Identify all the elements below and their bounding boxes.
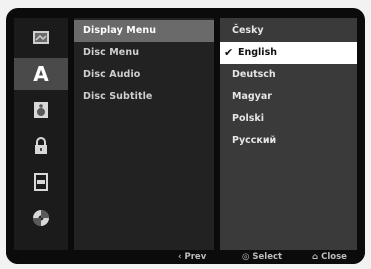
language-item-cesky[interactable]: Česky [220,20,357,42]
option-disc-subtitle[interactable]: Disc Subtitle [74,86,214,108]
language-label: Русский [232,135,277,146]
sidebar-item-film[interactable] [14,166,68,198]
language-label: Česky [232,25,264,36]
button-hint-bar: ‹ Prev ◎ Select ⌂ Close [6,251,365,264]
option-disc-menu[interactable]: Disc Menu [74,42,214,64]
disc-menu-icon [33,31,49,44]
setup-category-sidebar: A [14,18,68,250]
language-item-magyar[interactable]: Magyar [220,86,357,108]
prev-label: Prev [184,252,207,262]
language-item-polski[interactable]: Polski [220,108,357,130]
language-list-panel: Česky ✔ English Deutsch Magyar Polski Ру… [220,18,357,250]
sidebar-item-others[interactable] [14,202,68,234]
select-label: Select [252,252,283,262]
language-label: Polski [232,113,264,124]
film-icon [34,173,48,191]
sidebar-item-audio[interactable] [14,94,68,126]
audio-icon [34,102,48,118]
close-label: Close [321,252,347,262]
option-disc-audio[interactable]: Disc Audio [74,64,214,86]
language-label: Magyar [232,91,272,102]
checkmark-icon: ✔ [224,46,234,59]
sidebar-item-disc-menu[interactable] [14,22,68,54]
left-arrow-icon: ‹ [178,252,182,262]
setup-icon: ⌂ [312,252,319,262]
prev-hint[interactable]: ‹ Prev [178,251,206,264]
sidebar-item-language[interactable]: A [14,58,68,90]
language-item-deutsch[interactable]: Deutsch [220,64,357,86]
dvd-setup-screen: A Display Menu Disc Menu Disc Audio Disc… [6,8,365,264]
select-hint[interactable]: ◎ Select [242,251,282,264]
option-display-menu[interactable]: Display Menu [74,20,214,42]
language-item-russian[interactable]: Русский [220,130,357,152]
language-item-english[interactable]: ✔ English [220,42,357,64]
others-icon [33,210,49,226]
close-hint[interactable]: ⌂ Close [312,251,347,264]
language-label: English [238,47,277,58]
select-icon: ◎ [242,252,250,262]
language-options-panel: Display Menu Disc Menu Disc Audio Disc S… [74,18,214,250]
language-icon: A [33,62,49,86]
language-label: Deutsch [232,69,276,80]
lock-icon [35,137,47,154]
sidebar-item-lock[interactable] [14,130,68,162]
